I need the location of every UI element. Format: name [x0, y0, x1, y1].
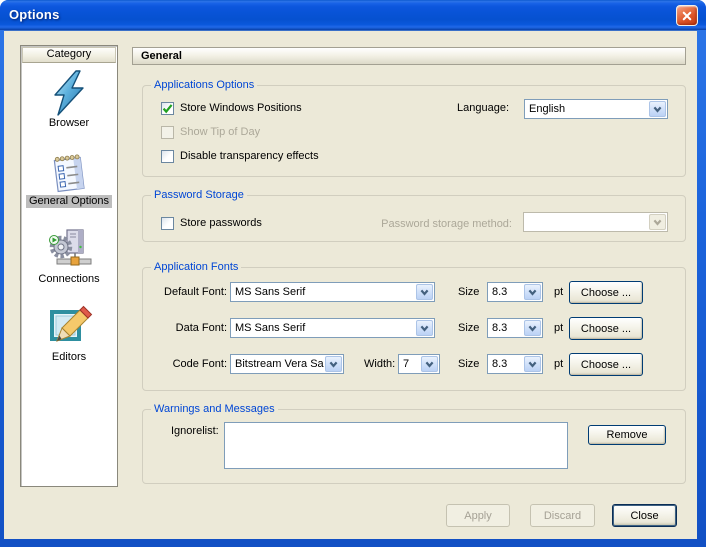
language-select[interactable]: English [524, 99, 668, 119]
default-font-choose-button[interactable]: Choose ... [569, 281, 643, 304]
sidebar-item-connections[interactable]: Connections [21, 225, 117, 286]
code-font-width-select[interactable]: 7 [398, 354, 440, 374]
data-font-choose-button[interactable]: Choose ... [569, 317, 643, 340]
code-font-size-select[interactable]: 8.3 [487, 354, 543, 374]
checkbox-show-tip-of-day[interactable]: Show Tip of Day [161, 125, 260, 139]
ignorelist-listbox[interactable] [224, 422, 568, 469]
language-label: Language: [457, 102, 509, 114]
page-title: General [132, 47, 686, 65]
sidebar-item-label: Editors [49, 351, 89, 364]
close-button[interactable] [676, 5, 698, 26]
checkbox-label: Disable transparency effects [180, 150, 319, 162]
close-button-footer[interactable]: Close [612, 504, 677, 527]
chevron-down-icon[interactable] [649, 101, 666, 117]
window-title: Options [9, 7, 60, 22]
sidebar-item-editors[interactable]: Editors [21, 303, 117, 364]
chevron-down-icon[interactable] [524, 356, 541, 372]
choose-button-label: Choose ... [581, 323, 631, 335]
data-font-select[interactable]: MS Sans Serif [230, 318, 435, 338]
discard-button[interactable]: Discard [530, 504, 595, 527]
checkbox-store-passwords[interactable]: Store passwords [161, 216, 262, 230]
remove-button-label: Remove [607, 429, 648, 441]
dialog-client-area: Category Browser [4, 30, 697, 539]
sidebar-item-browser[interactable]: Browser [21, 69, 117, 130]
checkbox-label: Store Windows Positions [180, 102, 302, 114]
group-title: Application Fonts [151, 261, 241, 273]
chevron-down-icon[interactable] [416, 284, 433, 300]
group-password-storage: Password Storage Store passwords Passwor… [142, 195, 686, 242]
default-font-size-select[interactable]: 8.3 [487, 282, 543, 302]
pt-label: pt [554, 322, 563, 334]
close-button-label: Close [630, 510, 658, 522]
group-title: Applications Options [151, 79, 257, 91]
choose-button-label: Choose ... [581, 359, 631, 371]
sidebar-item-general-options[interactable]: General Options [21, 147, 117, 208]
data-font-size-select[interactable]: 8.3 [487, 318, 543, 338]
width-label: Width: [364, 358, 395, 370]
chevron-down-icon[interactable] [524, 284, 541, 300]
chevron-down-icon[interactable] [524, 320, 541, 336]
code-font-label: Code Font: [143, 358, 227, 370]
ignorelist-label: Ignorelist: [171, 425, 219, 437]
checkbox-box [161, 126, 174, 139]
pt-label: pt [554, 358, 563, 370]
size-value: 8.3 [492, 322, 523, 334]
group-title: Password Storage [151, 189, 247, 201]
remove-button[interactable]: Remove [588, 425, 666, 445]
titlebar[interactable]: Options [0, 0, 706, 30]
apply-button-label: Apply [464, 510, 492, 522]
checkbox-box [161, 150, 174, 163]
size-label: Size [458, 286, 479, 298]
checkbox-disable-transparency[interactable]: Disable transparency effects [161, 149, 319, 163]
default-font-select[interactable]: MS Sans Serif [230, 282, 435, 302]
width-value: 7 [403, 358, 420, 370]
group-warnings-messages: Warnings and Messages Ignorelist: Remove [142, 409, 686, 484]
computer-gear-network-icon [45, 225, 93, 273]
discard-button-label: Discard [544, 510, 581, 522]
sidebar-item-label: General Options [26, 195, 112, 208]
checkbox-box [161, 102, 174, 115]
checkbox-label: Show Tip of Day [180, 126, 260, 138]
default-font-value: MS Sans Serif [235, 286, 415, 298]
password-method-label: Password storage method: [381, 218, 512, 230]
apply-button[interactable]: Apply [446, 504, 510, 527]
data-font-value: MS Sans Serif [235, 322, 415, 334]
code-font-choose-button[interactable]: Choose ... [569, 353, 643, 376]
choose-button-label: Choose ... [581, 287, 631, 299]
size-label: Size [458, 358, 479, 370]
group-title: Warnings and Messages [151, 403, 278, 415]
size-value: 8.3 [492, 358, 523, 370]
group-applications-options: Applications Options Store Windows Posit… [142, 85, 686, 177]
chevron-down-icon[interactable] [421, 356, 438, 372]
options-dialog: Options Category Browser [0, 0, 706, 547]
chevron-down-icon [649, 214, 666, 230]
pt-label: pt [554, 286, 563, 298]
default-font-label: Default Font: [143, 286, 227, 298]
category-sidebar: Category Browser [20, 45, 118, 487]
green-check-icon [162, 103, 173, 114]
code-font-value: Bitstream Vera Sans Mono [235, 358, 324, 370]
checkbox-label: Store passwords [180, 217, 262, 229]
group-application-fonts: Application Fonts Default Font: MS Sans … [142, 267, 686, 391]
category-header: Category [22, 47, 116, 63]
code-font-select[interactable]: Bitstream Vera Sans Mono [230, 354, 344, 374]
language-value: English [529, 103, 648, 115]
notepad-checklist-icon [45, 147, 93, 195]
chevron-down-icon[interactable] [416, 320, 433, 336]
chevron-down-icon[interactable] [325, 356, 342, 372]
frame-pencil-icon [45, 303, 93, 351]
sidebar-item-label: Browser [46, 117, 92, 130]
checkbox-store-windows-positions[interactable]: Store Windows Positions [161, 101, 302, 115]
lightning-icon [45, 69, 93, 117]
data-font-label: Data Font: [143, 322, 227, 334]
checkbox-box [161, 217, 174, 230]
sidebar-item-label: Connections [35, 273, 102, 286]
x-icon [681, 10, 693, 22]
size-label: Size [458, 322, 479, 334]
password-method-select [523, 212, 668, 232]
size-value: 8.3 [492, 286, 523, 298]
